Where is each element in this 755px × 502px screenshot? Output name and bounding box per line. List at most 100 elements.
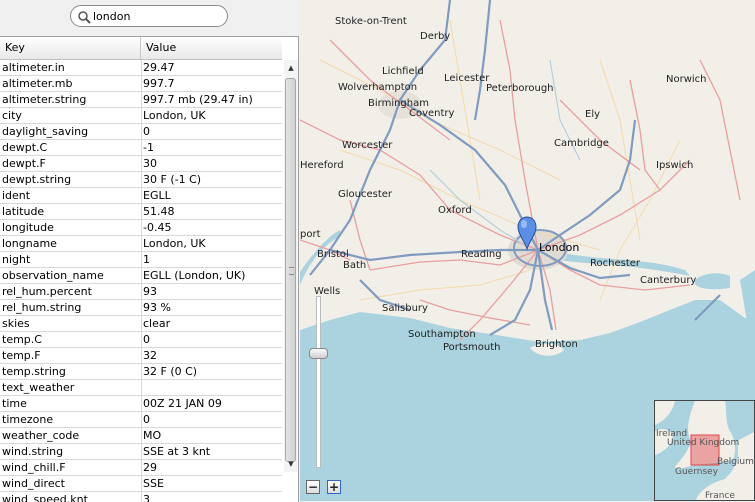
cell-key: wind_direct bbox=[2, 477, 65, 490]
table-row[interactable]: ident EGLL bbox=[0, 188, 282, 204]
place-label: Bath bbox=[343, 260, 367, 271]
search-box[interactable] bbox=[70, 5, 228, 27]
table-row[interactable]: dewpt.F 30 bbox=[0, 156, 282, 172]
cell-value: London, UK bbox=[143, 109, 206, 122]
column-divider bbox=[141, 60, 142, 76]
column-divider bbox=[141, 172, 142, 188]
cell-key: altimeter.in bbox=[2, 61, 65, 74]
zoom-in-button[interactable]: + bbox=[327, 480, 341, 494]
cell-key: temp.F bbox=[2, 349, 41, 362]
properties-table: Key Value altimeter.in 29.47 altimeter.mb 9… bbox=[0, 36, 299, 502]
cell-value: 30 F (-1 C) bbox=[143, 173, 202, 186]
cell-value: 32 bbox=[143, 349, 157, 362]
cell-key: wind.string bbox=[2, 445, 64, 458]
table-row[interactable]: latitude 51.48 bbox=[0, 204, 282, 220]
table-header: Key Value bbox=[0, 37, 282, 60]
overview-label-belgium: Belgium bbox=[717, 457, 754, 467]
overview-canvas bbox=[655, 401, 754, 500]
zoom-out-button[interactable]: − bbox=[306, 480, 320, 494]
table-row[interactable]: altimeter.string 997.7 mb (29.47 in) bbox=[0, 92, 282, 108]
place-label: Norwich bbox=[666, 74, 707, 85]
place-label: Gloucester bbox=[338, 189, 393, 200]
cell-value: London, UK bbox=[143, 237, 206, 250]
cell-key: ident bbox=[2, 189, 31, 202]
table-row[interactable]: rel_hum.string 93 % bbox=[0, 300, 282, 316]
table-row[interactable]: wind.string SSE at 3 knt bbox=[0, 444, 282, 460]
table-scrollbar[interactable]: ▲ ▼ bbox=[284, 60, 298, 472]
column-divider bbox=[141, 92, 142, 108]
table-row[interactable]: wind_chill.F 29 bbox=[0, 460, 282, 476]
zoom-slider-track[interactable] bbox=[316, 296, 321, 468]
column-divider bbox=[141, 316, 142, 332]
column-divider bbox=[141, 124, 142, 140]
table-row[interactable]: altimeter.mb 997.7 bbox=[0, 76, 282, 92]
cell-value: 30 bbox=[143, 157, 157, 170]
table-row[interactable]: weather_code MO bbox=[0, 428, 282, 444]
place-label: port bbox=[300, 229, 321, 240]
place-label: Canterbury bbox=[640, 275, 697, 286]
table-row[interactable]: rel_hum.percent 93 bbox=[0, 284, 282, 300]
table-row[interactable]: timezone 0 bbox=[0, 412, 282, 428]
cell-value: 997.7 mb (29.47 in) bbox=[143, 93, 253, 106]
place-label: London bbox=[539, 241, 580, 254]
place-label: Cambridge bbox=[554, 138, 609, 149]
place-label: Ipswich bbox=[656, 160, 694, 171]
zoom-slider[interactable] bbox=[309, 296, 328, 472]
table-row[interactable]: time 00Z 21 JAN 09 bbox=[0, 396, 282, 412]
cell-key: wind_chill.F bbox=[2, 461, 66, 474]
table-row[interactable]: observation_name EGLL (London, UK) bbox=[0, 268, 282, 284]
column-header-key[interactable]: Key bbox=[0, 37, 141, 59]
cell-key: longitude bbox=[2, 221, 54, 234]
table-row[interactable]: dewpt.string 30 F (-1 C) bbox=[0, 172, 282, 188]
table-row[interactable]: skies clear bbox=[0, 316, 282, 332]
cell-value: clear bbox=[143, 317, 171, 330]
cell-value: EGLL bbox=[143, 189, 171, 202]
place-label: Brighton bbox=[535, 339, 578, 350]
column-divider bbox=[141, 364, 142, 380]
place-label: Lichfield bbox=[382, 66, 424, 77]
place-label: Southampton bbox=[408, 329, 476, 340]
map-pin-icon[interactable] bbox=[517, 215, 537, 251]
column-divider bbox=[141, 284, 142, 300]
column-divider bbox=[141, 476, 142, 492]
cell-key: time bbox=[2, 397, 27, 410]
column-divider bbox=[141, 268, 142, 284]
cell-value: 997.7 bbox=[143, 77, 175, 90]
cell-value: SSE bbox=[143, 477, 164, 490]
zoom-slider-handle[interactable] bbox=[309, 348, 328, 359]
column-divider bbox=[141, 396, 142, 412]
table-row[interactable]: altimeter.in 29.47 bbox=[0, 60, 282, 76]
column-divider bbox=[141, 332, 142, 348]
scrollbar-thumb[interactable] bbox=[285, 78, 296, 462]
scroll-up-arrow-icon[interactable]: ▲ bbox=[284, 62, 298, 74]
table-row[interactable]: wind_direct SSE bbox=[0, 476, 282, 492]
cell-key: rel_hum.percent bbox=[2, 285, 92, 298]
table-row[interactable]: city London, UK bbox=[0, 108, 282, 124]
table-row[interactable]: daylight_saving 0 bbox=[0, 124, 282, 140]
cell-key: temp.string bbox=[2, 365, 66, 378]
search-input[interactable] bbox=[93, 9, 223, 23]
table-row[interactable]: longname London, UK bbox=[0, 236, 282, 252]
column-divider bbox=[141, 300, 142, 316]
cell-key: dewpt.F bbox=[2, 157, 46, 170]
place-label: Hereford bbox=[300, 160, 344, 171]
grip-icon bbox=[289, 267, 294, 275]
cell-key: weather_code bbox=[2, 429, 80, 442]
table-row[interactable]: longitude -0.45 bbox=[0, 220, 282, 236]
table-row[interactable]: night 1 bbox=[0, 252, 282, 268]
cell-key: city bbox=[2, 109, 22, 122]
column-divider bbox=[141, 428, 142, 444]
table-row[interactable]: temp.string 32 F (0 C) bbox=[0, 364, 282, 380]
cell-value: SSE at 3 knt bbox=[143, 445, 211, 458]
table-row[interactable]: text_weather bbox=[0, 380, 282, 396]
table-row[interactable]: temp.C 0 bbox=[0, 332, 282, 348]
place-label: Rochester bbox=[590, 258, 640, 269]
table-row[interactable]: dewpt.C -1 bbox=[0, 140, 282, 156]
cell-key: timezone bbox=[2, 413, 54, 426]
overview-map[interactable]: Ireland United Kingdom Guernsey Belgium … bbox=[654, 400, 755, 501]
table-row[interactable]: temp.F 32 bbox=[0, 348, 282, 364]
cell-value: 29.47 bbox=[143, 61, 175, 74]
cell-value: 0 bbox=[143, 333, 150, 346]
scroll-down-arrow-icon[interactable]: ▼ bbox=[284, 458, 298, 470]
column-header-value[interactable]: Value bbox=[141, 37, 282, 59]
